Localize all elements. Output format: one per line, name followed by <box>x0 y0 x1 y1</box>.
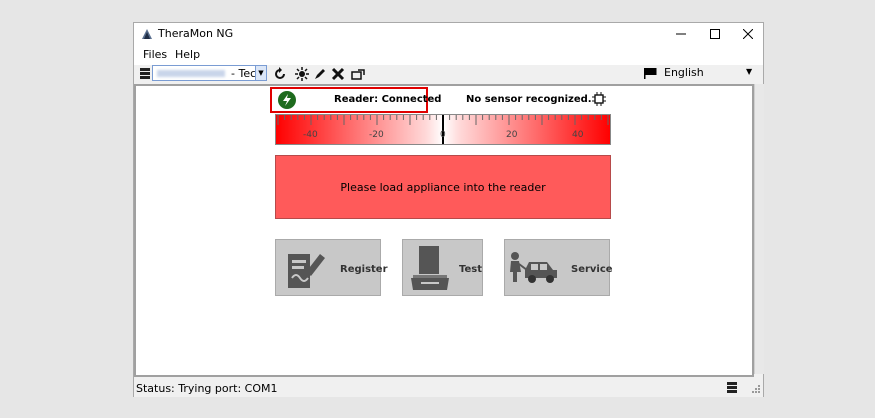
vertical-scrollbar[interactable] <box>754 84 764 374</box>
menu-help[interactable]: Help <box>175 48 200 61</box>
main-panel: Reader: Connected No sensor recognized. … <box>134 84 754 377</box>
tick-label: 0 <box>440 130 446 140</box>
status-text: Status: Trying port: COM1 <box>136 382 278 395</box>
register-button[interactable]: Register <box>275 239 388 296</box>
sun-icon[interactable] <box>294 66 310 82</box>
app-window: TheraMon NG Files Help - Tec ▼ English ▼… <box>133 22 764 397</box>
test-button[interactable]: Test <box>402 239 483 296</box>
menu-bar: Files Help <box>134 45 763 65</box>
account-suffix: - Tec <box>231 67 257 80</box>
scanner-icon <box>411 246 449 290</box>
refresh-icon[interactable] <box>272 66 288 82</box>
register-label: Register <box>340 264 388 275</box>
maximize-button[interactable] <box>698 23 732 45</box>
tick-label: 40 <box>572 130 584 140</box>
close-icon <box>743 29 753 39</box>
status-bar: Status: Trying port: COM1 <box>134 379 763 397</box>
toolbar: - Tec ▼ English ▼ <box>134 65 763 83</box>
resize-grip-icon[interactable] <box>750 383 760 393</box>
chip-icon <box>592 92 606 106</box>
minimize-icon <box>676 33 686 35</box>
minimize-button[interactable] <box>664 23 698 45</box>
server-icon[interactable] <box>137 66 153 82</box>
language-select[interactable]: English <box>664 66 704 79</box>
status-message: Please load appliance into the reader <box>340 180 546 194</box>
chevron-down-icon[interactable]: ▼ <box>255 66 266 80</box>
tick-label: -40 <box>303 130 318 140</box>
account-name-redacted <box>157 70 225 77</box>
status-message-panel: Please load appliance into the reader <box>275 155 611 219</box>
account-select[interactable]: - Tec ▼ <box>152 65 267 81</box>
sensor-status: No sensor recognized. <box>466 94 592 105</box>
window-title: TheraMon NG <box>158 27 234 40</box>
reader-status: Reader: Connected <box>334 94 442 105</box>
export-icon[interactable] <box>350 66 366 82</box>
app-logo-icon <box>142 29 152 39</box>
menu-files[interactable]: Files <box>143 48 167 61</box>
close-window-button[interactable] <box>731 23 765 45</box>
connected-icon <box>278 91 296 109</box>
server-status-icon <box>727 382 737 393</box>
service-label: Service <box>571 264 613 275</box>
temperature-scale: -40 -20 0 20 40 <box>275 114 611 145</box>
pen-icon[interactable] <box>312 66 328 82</box>
tick-label: 20 <box>506 130 518 140</box>
tick-label: -20 <box>369 130 384 140</box>
service-button[interactable]: Service <box>504 239 613 296</box>
flag-icon <box>644 68 657 79</box>
language-dropdown-icon[interactable]: ▼ <box>746 67 752 76</box>
car-service-icon <box>510 252 557 283</box>
delete-icon[interactable] <box>330 66 346 82</box>
test-label: Test <box>459 264 483 275</box>
maximize-icon <box>710 29 720 39</box>
register-icon <box>288 254 325 288</box>
title-bar: TheraMon NG <box>134 23 763 45</box>
